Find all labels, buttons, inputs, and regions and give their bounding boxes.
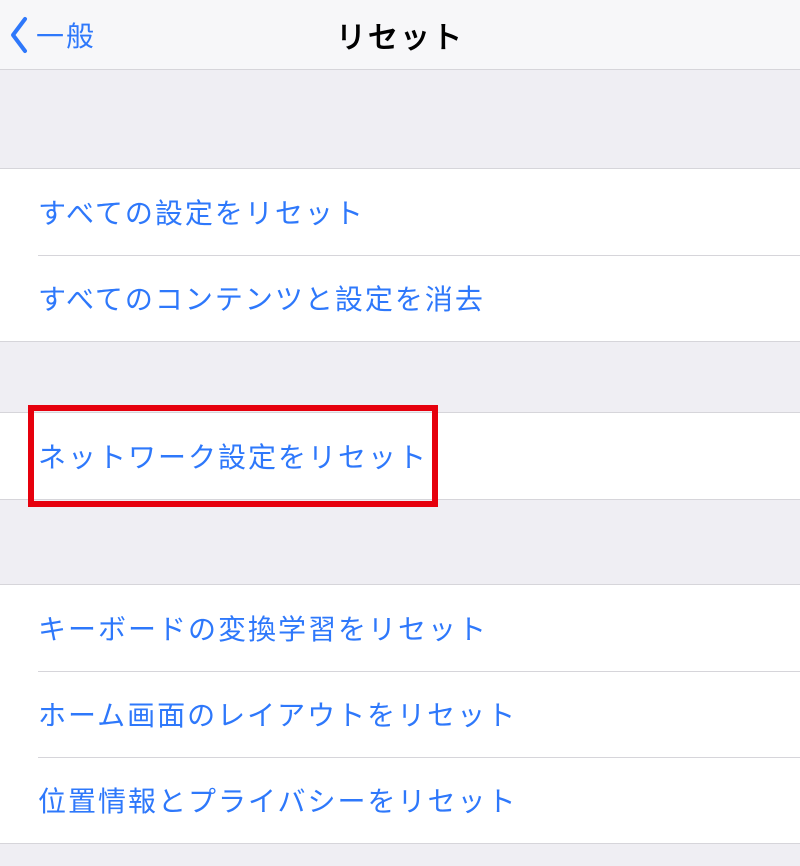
reset-home-screen-layout[interactable]: ホーム画面のレイアウトをリセット bbox=[0, 671, 800, 757]
row-label: 位置情報とプライバシーをリセット bbox=[38, 780, 517, 820]
back-label: 一般 bbox=[36, 15, 96, 55]
reset-keyboard-dictionary[interactable]: キーボードの変換学習をリセット bbox=[0, 585, 800, 671]
section-spacer bbox=[0, 500, 800, 584]
reset-all-settings[interactable]: すべての設定をリセット bbox=[0, 169, 800, 255]
row-label: ネットワーク設定をリセット bbox=[38, 436, 428, 476]
page-title: リセット bbox=[0, 13, 800, 57]
section-spacer bbox=[0, 70, 800, 168]
erase-all-content-settings[interactable]: すべてのコンテンツと設定を消去 bbox=[0, 255, 800, 341]
settings-group-3: キーボードの変換学習をリセット ホーム画面のレイアウトをリセット 位置情報とプラ… bbox=[0, 584, 800, 844]
row-label: ホーム画面のレイアウトをリセット bbox=[38, 694, 517, 734]
row-label: すべてのコンテンツと設定を消去 bbox=[38, 278, 485, 318]
reset-network-settings[interactable]: ネットワーク設定をリセット bbox=[0, 413, 800, 499]
navigation-bar: 一般 リセット bbox=[0, 0, 800, 70]
settings-group-1: すべての設定をリセット すべてのコンテンツと設定を消去 bbox=[0, 168, 800, 342]
row-label: キーボードの変換学習をリセット bbox=[38, 608, 488, 648]
reset-location-privacy[interactable]: 位置情報とプライバシーをリセット bbox=[0, 757, 800, 843]
back-button[interactable]: 一般 bbox=[8, 0, 96, 70]
section-spacer bbox=[0, 342, 800, 412]
chevron-left-icon bbox=[8, 16, 30, 54]
settings-group-2: ネットワーク設定をリセット bbox=[0, 412, 800, 500]
row-label: すべての設定をリセット bbox=[38, 192, 365, 232]
